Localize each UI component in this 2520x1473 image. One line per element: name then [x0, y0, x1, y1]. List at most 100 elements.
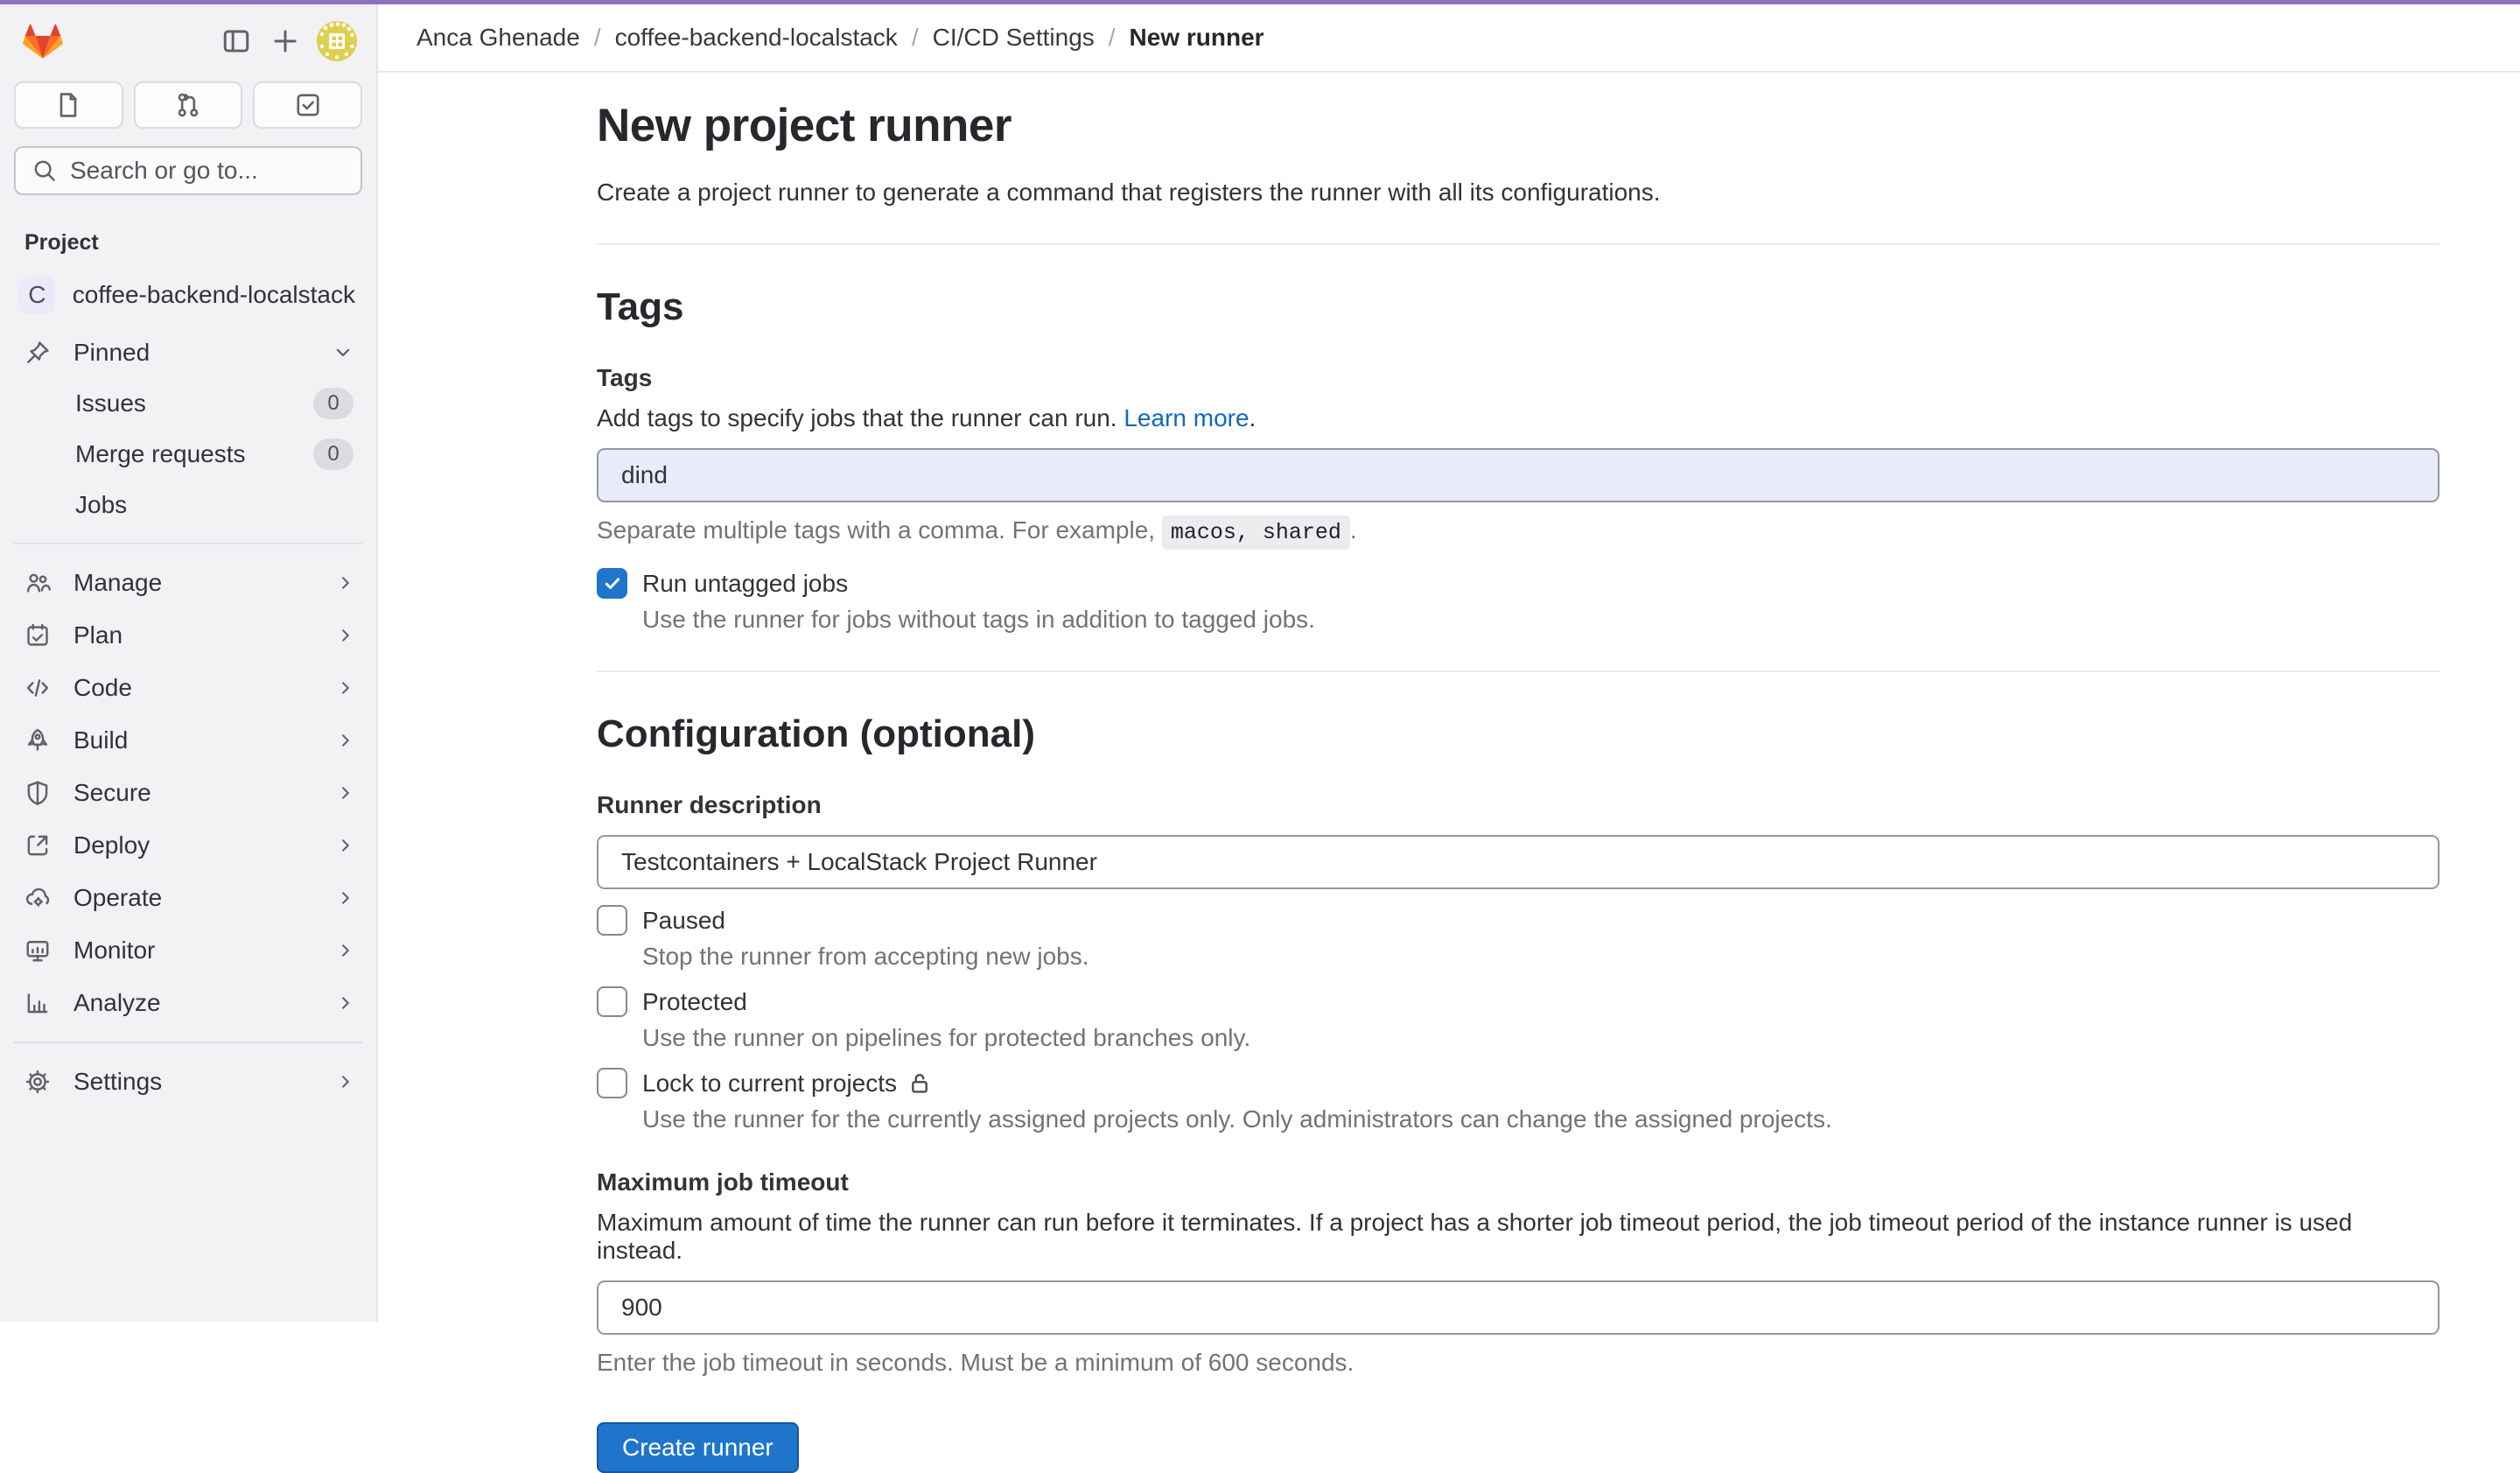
project-name: coffee-backend-localstack: [73, 281, 355, 309]
max-job-timeout-input[interactable]: [597, 1280, 2440, 1335]
paused-help: Stop the runner from accepting new jobs.: [642, 943, 2443, 971]
pinned-label: Pinned: [74, 339, 331, 367]
max-job-timeout-helper: Enter the job timeout in seconds. Must b…: [597, 1349, 2443, 1377]
breadcrumb-project[interactable]: coffee-backend-localstack: [615, 24, 898, 52]
section-divider: [597, 670, 2440, 672]
sidebar-project-item[interactable]: C coffee-backend-localstack: [0, 268, 376, 322]
page-title: New project runner: [597, 99, 2443, 152]
tags-section-heading: Tags: [597, 285, 2443, 329]
chevron-right-icon: [334, 572, 357, 594]
run-untagged-jobs-help: Use the runner for jobs without tags in …: [642, 606, 2443, 634]
tags-input[interactable]: [597, 448, 2440, 502]
sidebar-item-operate[interactable]: Operate: [0, 872, 376, 924]
protected-help: Use the runner on pipelines for protecte…: [642, 1024, 2443, 1052]
checkbox-unchecked[interactable]: [597, 1068, 627, 1098]
sidebar-item-deploy[interactable]: Deploy: [0, 819, 376, 872]
sidebar-item-settings[interactable]: Settings: [0, 1056, 376, 1108]
checkbox-unchecked[interactable]: [597, 905, 627, 936]
sidebar-section-label: Project: [0, 195, 376, 268]
create-new-button[interactable]: [261, 17, 310, 66]
protected-checkbox[interactable]: Protected: [597, 986, 2443, 1017]
deploy-icon: [19, 832, 56, 859]
user-avatar[interactable]: [317, 21, 357, 61]
tags-field-label: Tags: [597, 364, 2443, 392]
loading-stripe: [0, 0, 2520, 4]
paused-checkbox[interactable]: Paused: [597, 905, 2443, 936]
rocket-icon: [19, 727, 56, 754]
issues-shortcut-button[interactable]: [14, 81, 123, 129]
monitor-icon: [19, 937, 56, 964]
breadcrumb: Anca Ghenade / coffee-backend-localstack…: [378, 4, 2520, 73]
sidebar-item-jobs[interactable]: Jobs: [0, 480, 376, 530]
learn-more-link[interactable]: Learn more: [1124, 404, 1249, 431]
chevron-right-icon: [334, 729, 357, 752]
sidebar-item-secure[interactable]: Secure: [0, 767, 376, 819]
max-job-timeout-description: Maximum amount of time the runner can ru…: [597, 1209, 2443, 1265]
sidebar-shortcuts: [0, 73, 376, 129]
search-placeholder: Search or go to...: [70, 157, 258, 185]
chevron-right-icon: [334, 887, 357, 909]
section-divider: [597, 243, 2440, 245]
merge-requests-count-badge: 0: [313, 438, 354, 470]
breadcrumb-current: New runner: [1130, 24, 1264, 52]
chevron-right-icon: [334, 782, 357, 804]
sidebar-divider: [14, 1042, 362, 1043]
chevron-right-icon: [334, 1070, 357, 1093]
code-icon: [19, 675, 56, 701]
todo-list-shortcut-button[interactable]: [253, 81, 362, 129]
breadcrumb-cicd-settings[interactable]: CI/CD Settings: [933, 24, 1095, 52]
checkbox-checked-icon[interactable]: [597, 568, 627, 599]
sidebar-item-code[interactable]: Code: [0, 662, 376, 714]
run-untagged-jobs-checkbox[interactable]: Run untagged jobs: [597, 568, 2443, 599]
sidebar-item-analyze[interactable]: Analyze: [0, 977, 376, 1029]
lock-to-projects-checkbox[interactable]: Lock to current projects: [597, 1068, 2443, 1098]
cloud-gear-icon: [19, 885, 56, 911]
main-area: Anca Ghenade / coffee-backend-localstack…: [378, 4, 2520, 1322]
page-subtitle: Create a project runner to generate a co…: [597, 179, 2443, 207]
sidebar-item-merge-requests[interactable]: Merge requests 0: [0, 429, 376, 480]
checkbox-unchecked[interactable]: [597, 986, 627, 1017]
gear-icon: [19, 1069, 56, 1095]
project-avatar: C: [19, 277, 55, 313]
sidebar-pinned-section[interactable]: Pinned: [0, 327, 376, 378]
breadcrumb-user[interactable]: Anca Ghenade: [416, 24, 580, 52]
config-checkbox-group: Paused Stop the runner from accepting ne…: [597, 905, 2443, 1133]
sidebar-item-manage[interactable]: Manage: [0, 557, 376, 609]
calendar-check-icon: [19, 622, 56, 649]
runner-description-input[interactable]: [597, 835, 2440, 889]
sidebar-item-build[interactable]: Build: [0, 714, 376, 767]
tags-helper-text: Separate multiple tags with a comma. For…: [597, 516, 2443, 545]
chevron-down-icon: [331, 340, 355, 365]
chevron-right-icon: [334, 939, 357, 962]
tags-example-code: macos, shared: [1162, 516, 1350, 550]
sidebar-item-issues[interactable]: Issues 0: [0, 378, 376, 429]
configuration-section-heading: Configuration (optional): [597, 712, 2443, 756]
sidebar-divider: [14, 543, 362, 544]
sidebar-header: [0, 4, 376, 73]
search-input[interactable]: Search or go to...: [14, 146, 362, 195]
chevron-right-icon: [334, 992, 357, 1014]
page-content: New project runner Create a project runn…: [378, 73, 2443, 1473]
gitlab-logo-icon[interactable]: [23, 23, 63, 60]
sidebar: Search or go to... Project C coffee-back…: [0, 4, 378, 1322]
create-runner-button[interactable]: Create runner: [597, 1422, 799, 1473]
sidebar-toggle-button[interactable]: [212, 17, 261, 66]
users-icon: [19, 570, 56, 596]
pin-icon: [19, 340, 56, 366]
sidebar-item-plan[interactable]: Plan: [0, 609, 376, 662]
app-window: Search or go to... Project C coffee-back…: [0, 0, 2520, 1322]
lock-to-projects-help: Use the runner for the currently assigne…: [642, 1105, 2443, 1133]
tags-field-description: Add tags to specify jobs that the runner…: [597, 404, 2443, 432]
issues-count-badge: 0: [313, 388, 354, 419]
chevron-right-icon: [334, 677, 357, 699]
merge-requests-shortcut-button[interactable]: [134, 81, 243, 129]
max-job-timeout-label: Maximum job timeout: [597, 1168, 2443, 1196]
runner-description-label: Runner description: [597, 791, 2443, 819]
chevron-right-icon: [334, 834, 357, 857]
chevron-right-icon: [334, 624, 357, 647]
chart-icon: [19, 990, 56, 1016]
sidebar-item-monitor[interactable]: Monitor: [0, 924, 376, 977]
lock-icon: [907, 1071, 932, 1096]
shield-icon: [19, 780, 56, 806]
search-icon: [32, 158, 58, 184]
